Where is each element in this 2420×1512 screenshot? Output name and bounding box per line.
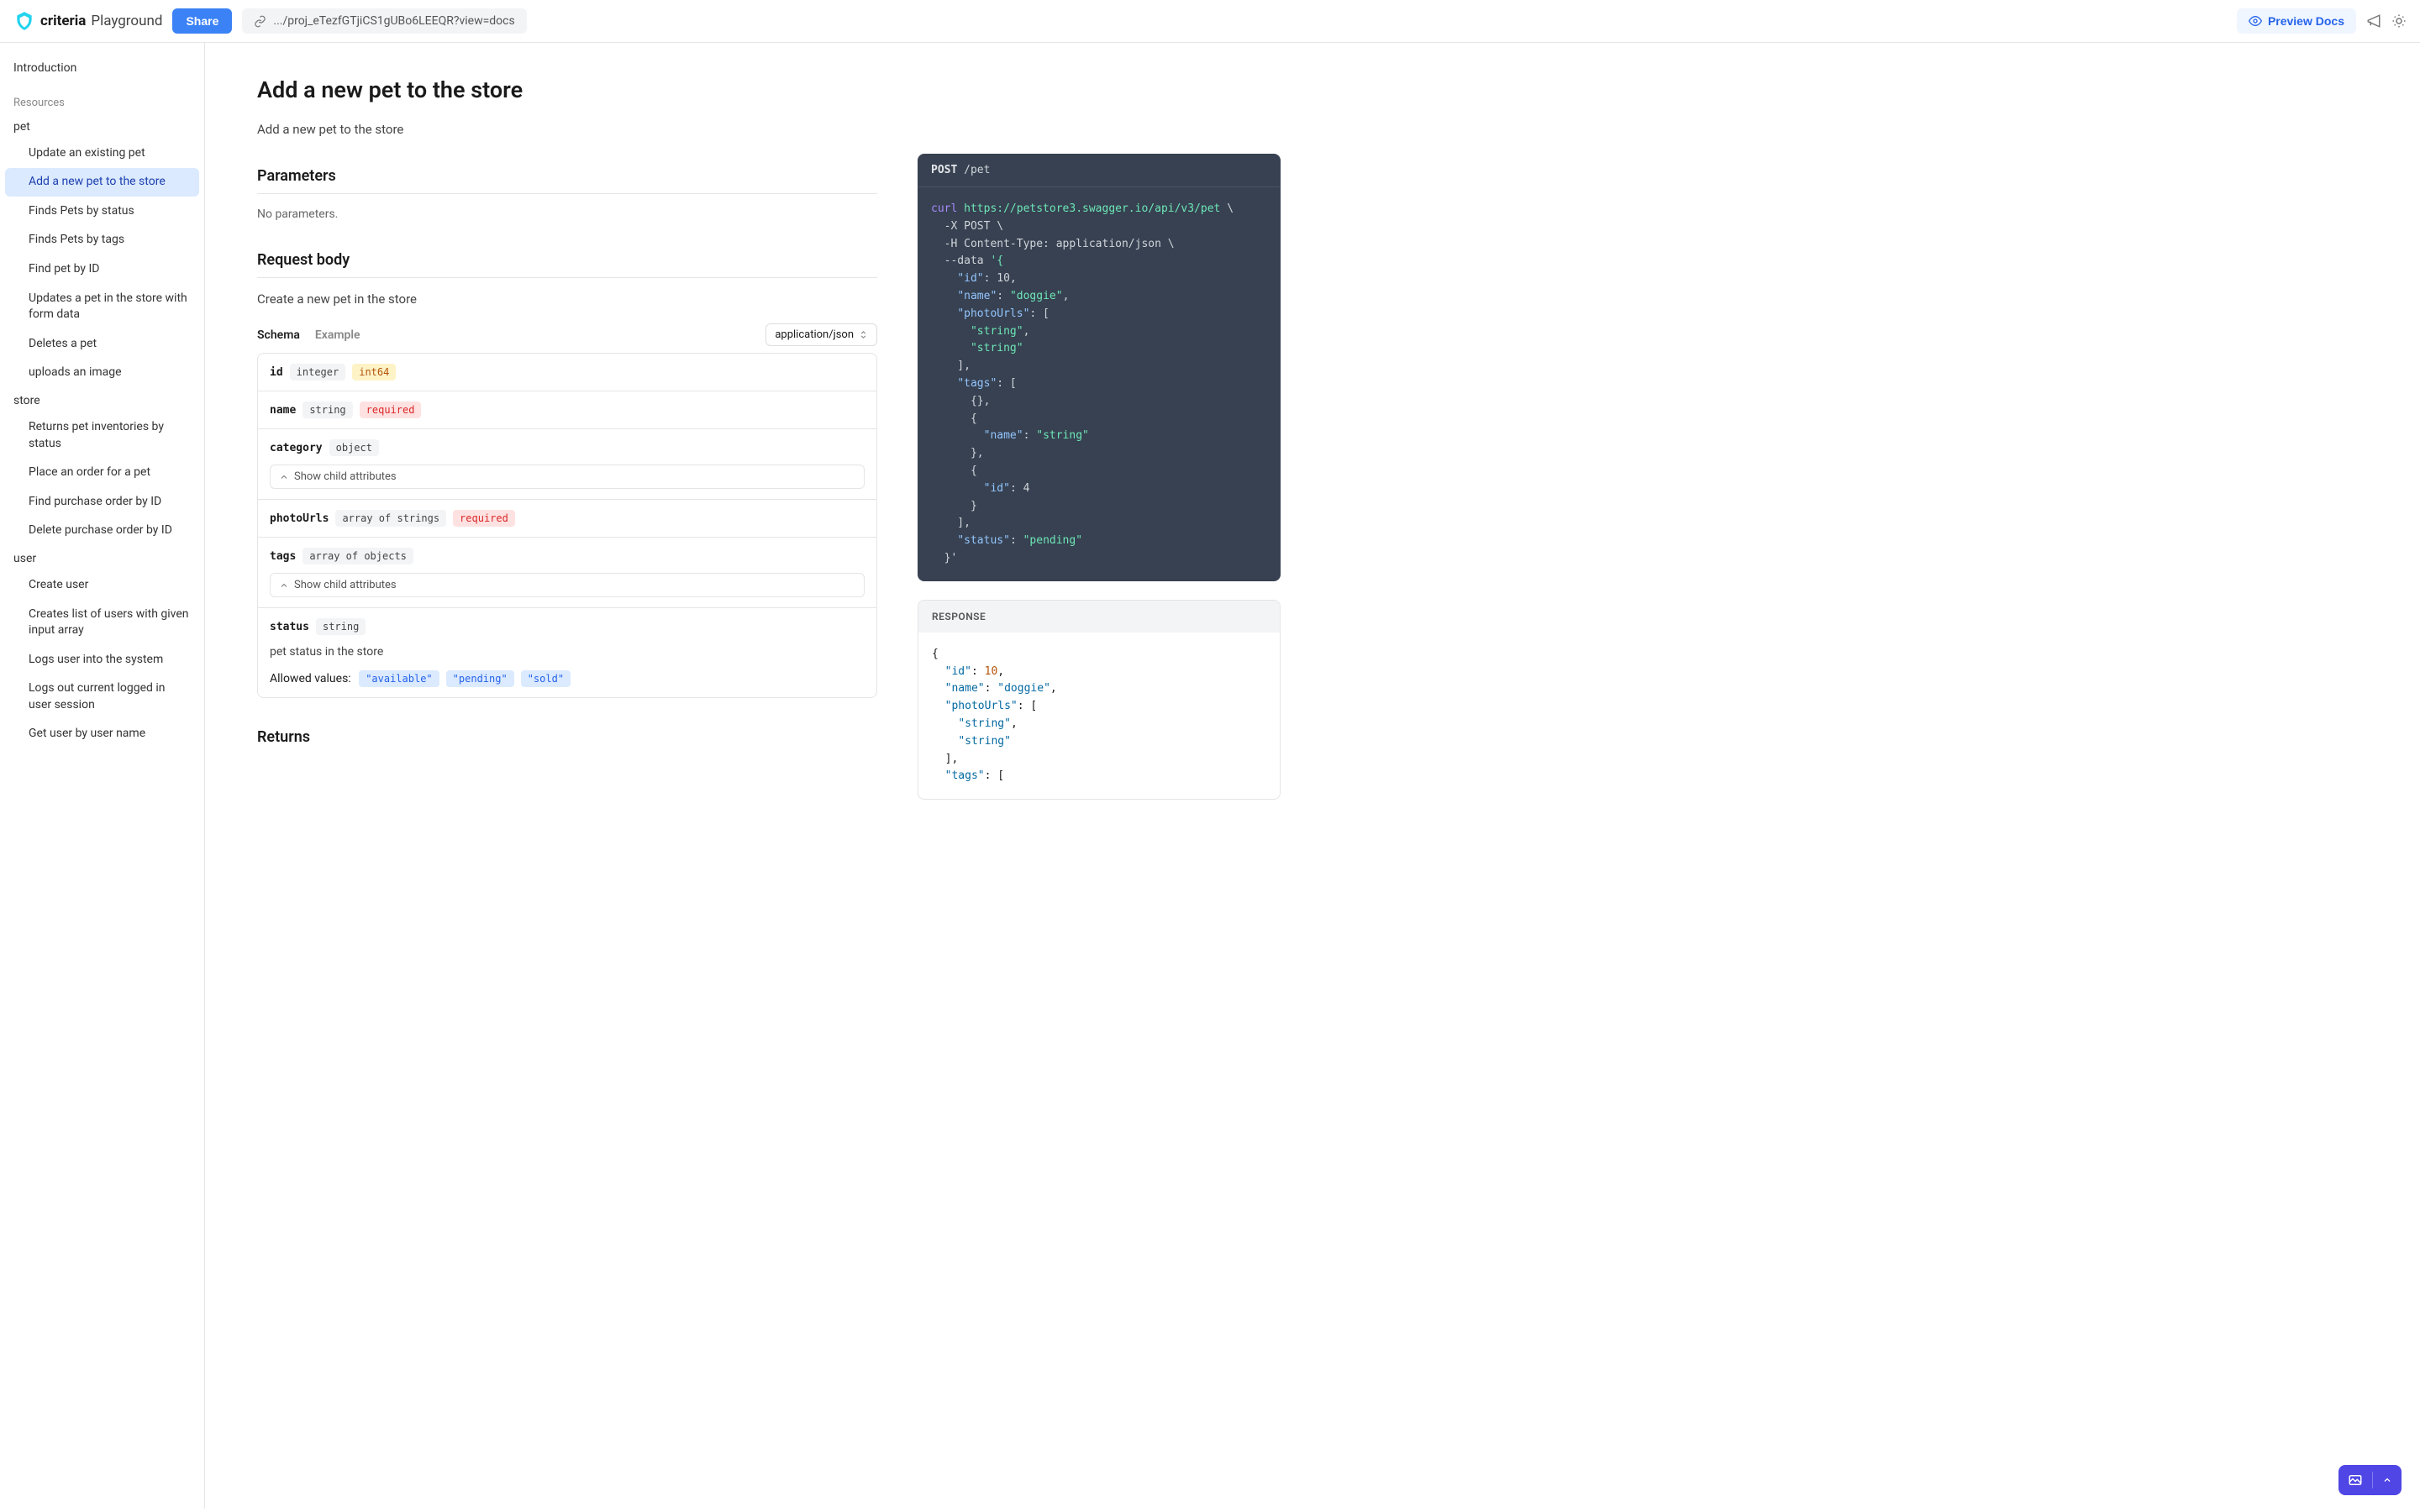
nav-item[interactable]: Place an order for a pet bbox=[5, 459, 199, 487]
nav-item[interactable]: Logs out current logged in user session bbox=[5, 675, 199, 719]
parameters-heading: Parameters bbox=[257, 167, 877, 194]
nav-group-store[interactable]: store bbox=[5, 388, 199, 413]
page-title: Add a new pet to the store bbox=[257, 76, 877, 103]
request-header: POST /pet bbox=[918, 154, 1281, 187]
request-code-card: POST /pet curl https://petstore3.swagger… bbox=[918, 154, 1281, 581]
type-badge: string bbox=[316, 618, 366, 635]
chevron-up-down-icon bbox=[859, 330, 868, 339]
tab-example[interactable]: Example bbox=[315, 325, 360, 345]
nav-introduction[interactable]: Introduction bbox=[5, 55, 199, 83]
enum-value: "pending" bbox=[446, 670, 514, 687]
brand-suffix: Playground bbox=[91, 13, 162, 29]
content-type-selector[interactable]: application/json bbox=[765, 323, 877, 346]
nav-item[interactable]: Finds Pets by tags bbox=[5, 226, 199, 255]
nav-section-resources: Resources bbox=[5, 85, 199, 114]
share-button[interactable]: Share bbox=[172, 8, 232, 34]
nav-item[interactable]: uploads an image bbox=[5, 359, 199, 387]
main-content: Add a new pet to the store Add a new pet… bbox=[205, 43, 918, 1509]
show-children-toggle[interactable]: Show child attributes bbox=[270, 465, 865, 489]
nav-item[interactable]: Logs user into the system bbox=[5, 646, 199, 675]
no-parameters-text: No parameters. bbox=[257, 207, 877, 221]
eye-icon bbox=[2249, 14, 2262, 28]
widget-collapse[interactable] bbox=[2373, 1467, 2402, 1493]
field-name-label: status bbox=[270, 621, 309, 633]
returns-heading: Returns bbox=[257, 728, 877, 754]
field-name-label: photoUrls bbox=[270, 512, 329, 525]
preview-label: Preview Docs bbox=[2268, 14, 2344, 28]
sidebar-nav: Introduction Resources petUpdate an exis… bbox=[0, 43, 205, 1509]
floating-action-widget[interactable] bbox=[2338, 1465, 2402, 1495]
response-header: RESPONSE bbox=[918, 601, 1280, 633]
url-text: .../proj_eTezfGTjiCS1gUBo6LEEQR?view=doc… bbox=[273, 14, 514, 28]
preview-docs-button[interactable]: Preview Docs bbox=[2237, 8, 2356, 34]
allowed-label-text: Allowed values: bbox=[270, 672, 351, 685]
nav-group-user[interactable]: user bbox=[5, 546, 199, 571]
nav-item[interactable]: Find pet by ID bbox=[5, 255, 199, 284]
chevron-up-icon bbox=[279, 580, 289, 591]
chevron-up-icon bbox=[2382, 1475, 2392, 1485]
nav-item[interactable]: Returns pet inventories by status bbox=[5, 413, 199, 458]
request-body-description: Create a new pet in the store bbox=[257, 291, 877, 307]
allowed-values-row: Allowed values: "available" "pending" "s… bbox=[270, 670, 865, 687]
type-badge: string bbox=[302, 402, 352, 418]
nav-item[interactable]: Create user bbox=[5, 571, 199, 600]
field-status: status string pet status in the store Al… bbox=[258, 608, 876, 697]
toggle-label: Show child attributes bbox=[294, 470, 397, 483]
brand-icon bbox=[13, 10, 35, 32]
field-category: category object Show child attributes bbox=[258, 429, 876, 500]
schema-fields: id integer int64 name string required ca… bbox=[257, 353, 877, 698]
nav-item[interactable]: Creates list of users with given input a… bbox=[5, 601, 199, 645]
required-badge: required bbox=[360, 402, 422, 418]
response-card: RESPONSE { "id": 10, "name": "doggie", "… bbox=[918, 600, 1281, 800]
type-badge: integer bbox=[290, 364, 346, 381]
chevron-up-icon bbox=[279, 472, 289, 482]
field-tags: tags array of objects Show child attribu… bbox=[258, 538, 876, 608]
tab-schema[interactable]: Schema bbox=[257, 325, 300, 345]
field-name-label: tags bbox=[270, 550, 296, 563]
field-photourls: photoUrls array of strings required bbox=[258, 500, 876, 538]
field-id: id integer int64 bbox=[258, 354, 876, 391]
theme-toggle-icon[interactable] bbox=[2391, 13, 2407, 29]
http-method: POST bbox=[931, 164, 957, 176]
brand-name: criteria bbox=[40, 13, 86, 29]
nav-item[interactable]: Get user by user name bbox=[5, 720, 199, 748]
enum-value: "sold" bbox=[521, 670, 571, 687]
request-path: /pet bbox=[964, 164, 990, 176]
nav-item[interactable]: Update an existing pet bbox=[5, 139, 199, 168]
top-header: criteria Playground Share .../proj_eTezf… bbox=[0, 0, 2420, 43]
field-name-label: id bbox=[270, 366, 283, 379]
toggle-label: Show child attributes bbox=[294, 579, 397, 591]
image-icon bbox=[2348, 1473, 2363, 1488]
brand-logo[interactable]: criteria Playground bbox=[13, 10, 162, 32]
page-description: Add a new pet to the store bbox=[257, 122, 877, 137]
nav-group-pet[interactable]: pet bbox=[5, 114, 199, 139]
field-description: pet status in the store bbox=[270, 645, 865, 659]
curl-code[interactable]: curl https://petstore3.swagger.io/api/v3… bbox=[918, 187, 1281, 581]
announcement-icon[interactable] bbox=[2366, 13, 2381, 29]
content-type-value: application/json bbox=[775, 328, 854, 341]
widget-main-icon[interactable] bbox=[2338, 1465, 2372, 1495]
response-body[interactable]: { "id": 10, "name": "doggie", "photoUrls… bbox=[918, 633, 1280, 799]
nav-item[interactable]: Updates a pet in the store with form dat… bbox=[5, 285, 199, 329]
link-icon bbox=[254, 15, 266, 28]
required-badge: required bbox=[453, 510, 515, 527]
nav-item[interactable]: Deletes a pet bbox=[5, 330, 199, 359]
nav-item[interactable]: Delete purchase order by ID bbox=[5, 517, 199, 545]
type-badge: array of strings bbox=[335, 510, 446, 527]
field-name-label: category bbox=[270, 442, 323, 454]
field-name-label: name bbox=[270, 404, 296, 417]
type-badge: object bbox=[329, 439, 379, 456]
nav-item[interactable]: Finds Pets by status bbox=[5, 197, 199, 226]
url-display[interactable]: .../proj_eTezfGTjiCS1gUBo6LEEQR?view=doc… bbox=[242, 8, 526, 34]
schema-tab-row: Schema Example application/json bbox=[257, 323, 877, 346]
request-body-heading: Request body bbox=[257, 251, 877, 278]
show-children-toggle[interactable]: Show child attributes bbox=[270, 573, 865, 597]
enum-value: "available" bbox=[359, 670, 439, 687]
type-badge: array of objects bbox=[302, 548, 413, 564]
code-panel: POST /pet curl https://petstore3.swagger… bbox=[918, 43, 1321, 1509]
field-name: name string required bbox=[258, 391, 876, 429]
format-badge: int64 bbox=[352, 364, 396, 381]
nav-item[interactable]: Add a new pet to the store bbox=[5, 168, 199, 197]
nav-item[interactable]: Find purchase order by ID bbox=[5, 488, 199, 517]
